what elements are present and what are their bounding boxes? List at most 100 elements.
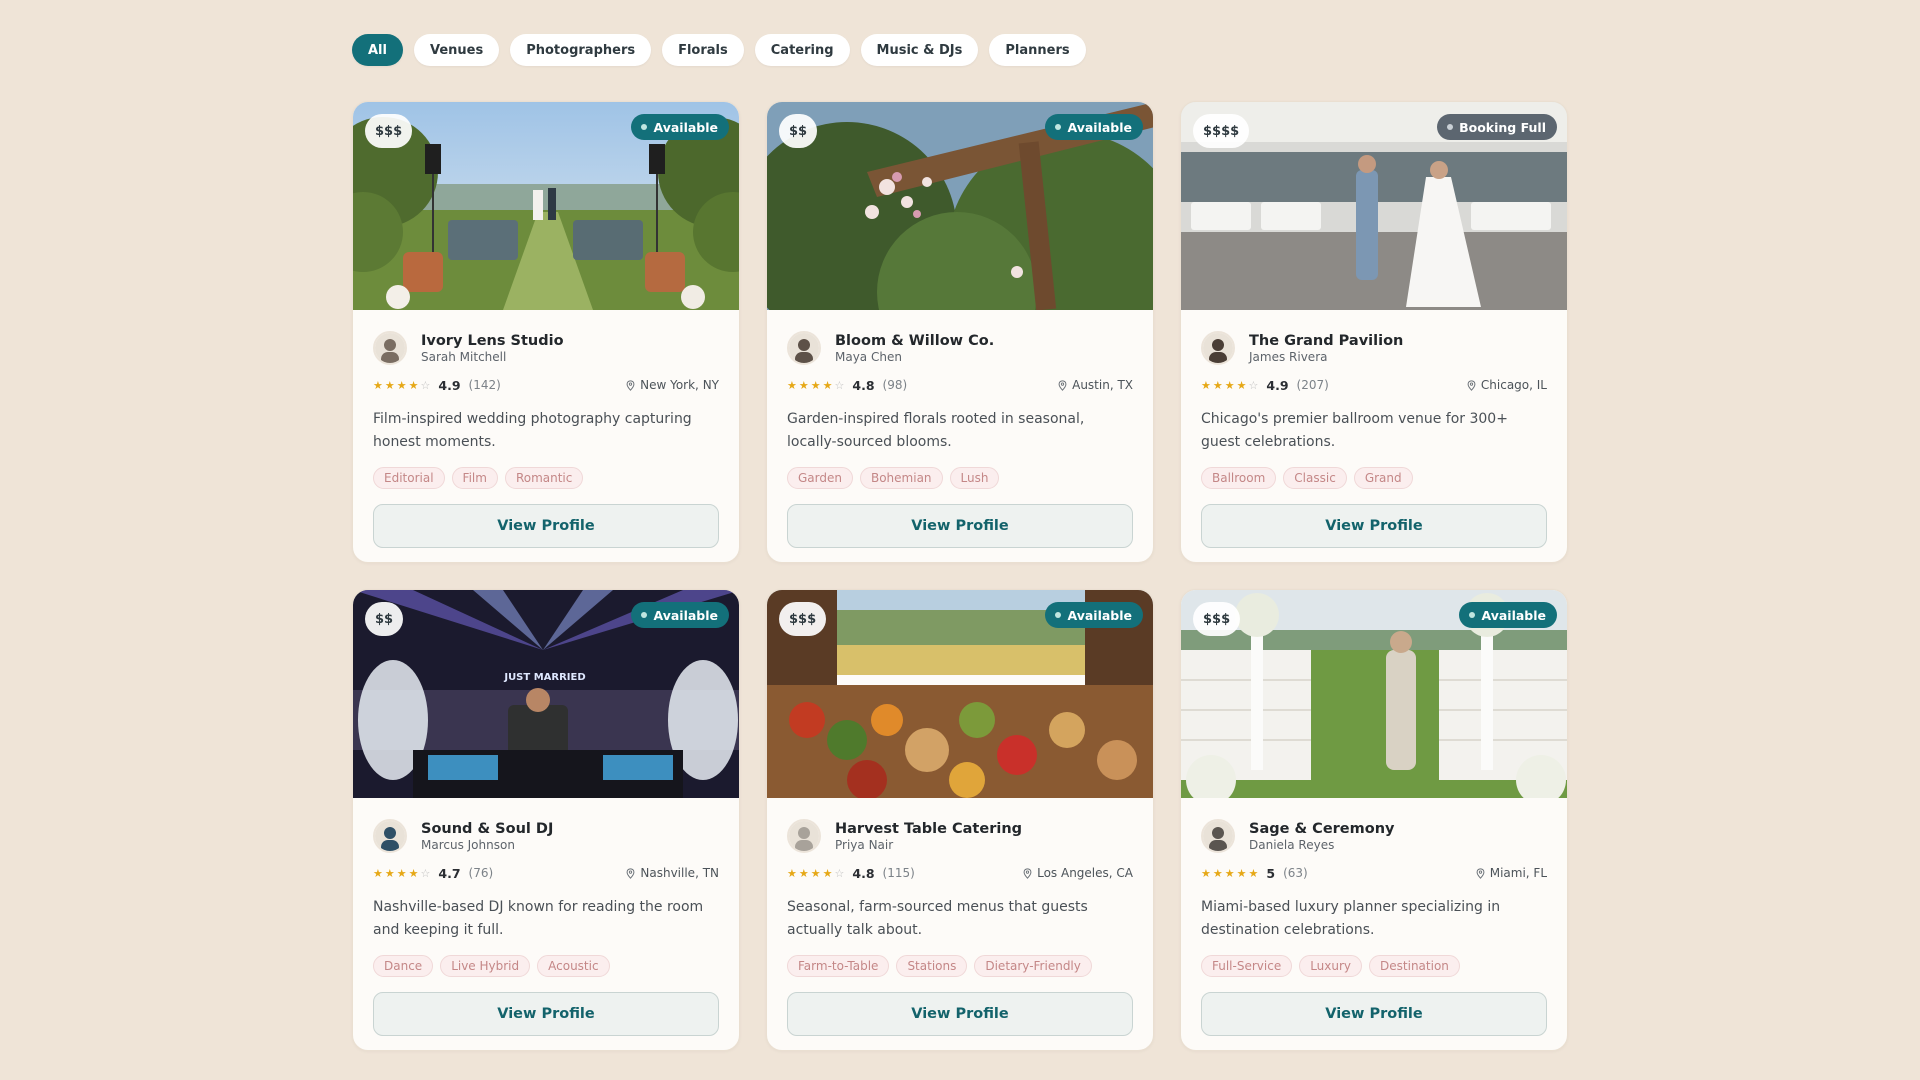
star-rating-icons: ★★★★☆ (1201, 379, 1260, 392)
avatar (787, 331, 821, 365)
filter-chip[interactable]: Catering (754, 34, 850, 66)
style-tag[interactable]: Grand (1353, 467, 1413, 489)
filter-chip[interactable]: Music & DJs (860, 34, 979, 66)
vendor-location: Los Angeles, CA (1023, 866, 1133, 880)
vendor-name[interactable]: The Grand Pavilion (1249, 332, 1403, 350)
vendor-card: JUST MARRIED $$ Available Sound & Soul D… (352, 589, 740, 1051)
view-profile-button[interactable]: View Profile (1201, 992, 1547, 1036)
vendor-owner: James Rivera (1249, 349, 1328, 364)
star-icon: ★ (798, 378, 811, 392)
view-profile-button[interactable]: View Profile (373, 992, 719, 1036)
filter-chip[interactable]: Venues (413, 34, 500, 66)
rating-value: 4.7 (438, 865, 461, 881)
star-icon: ★ (1201, 378, 1213, 392)
availability-badge: Available (631, 114, 729, 140)
star-icon: ★ (822, 378, 835, 392)
star-icon: ☆ (420, 378, 433, 392)
tag-list: Garden Bohemian Lush (787, 467, 1133, 489)
review-count: (142) (468, 378, 501, 392)
style-tag[interactable]: Dietary-Friendly (974, 955, 1092, 977)
view-profile-button[interactable]: View Profile (787, 504, 1133, 548)
style-tag[interactable]: Dance (373, 955, 434, 977)
vendor-owner: Priya Nair (835, 837, 894, 852)
filter-chip[interactable]: Florals (662, 34, 744, 66)
vendor-directory: All Venues Photographers Florals Caterin… (352, 34, 1568, 1051)
vendor-description: Nashville-based DJ known for reading the… (373, 899, 704, 938)
star-icon: ★ (787, 866, 799, 880)
rating-value: 4.8 (852, 865, 875, 881)
style-tag[interactable]: Ballroom (1201, 467, 1277, 489)
filter-chip[interactable]: Photographers (510, 34, 652, 66)
view-profile-button[interactable]: View Profile (787, 992, 1133, 1036)
availability-badge: Available (1045, 114, 1143, 140)
star-icon: ★ (408, 378, 421, 392)
vendor-description: Garden-inspired florals rooted in season… (787, 411, 1085, 450)
vendor-card-grid: $$$ Available Ivory Lens Studio Sarah Mi… (352, 101, 1568, 1051)
vendor-photo: $$$ Available (1181, 590, 1567, 798)
review-count: (207) (1296, 378, 1329, 392)
star-rating-icons: ★★★★☆ (373, 379, 432, 392)
star-icon: ☆ (834, 866, 847, 880)
star-icon: ★ (384, 378, 397, 392)
star-icon: ★ (373, 378, 385, 392)
style-tag[interactable]: Acoustic (537, 955, 610, 977)
vendor-card: $$$ Available Harvest Table Catering Pri… (766, 589, 1154, 1051)
vendor-location: Miami, FL (1476, 866, 1547, 880)
vendor-name[interactable]: Harvest Table Catering (835, 820, 1022, 838)
map-pin-icon (1467, 379, 1476, 391)
style-tag[interactable]: Classic (1283, 467, 1347, 489)
style-tag[interactable]: Luxury (1299, 955, 1363, 977)
style-tag[interactable]: Garden (787, 467, 853, 489)
availability-badge: Available (631, 602, 729, 628)
style-tag[interactable]: Film (451, 467, 498, 489)
vendor-name[interactable]: Ivory Lens Studio (421, 332, 564, 350)
vendor-description: Film-inspired wedding photography captur… (373, 411, 692, 450)
star-icon: ★ (810, 378, 823, 392)
style-tag[interactable]: Destination (1369, 955, 1460, 977)
style-tag[interactable]: Live Hybrid (440, 955, 531, 977)
price-level-badge: $$$ (365, 114, 413, 148)
vendor-photo: $$ Available (767, 102, 1153, 310)
location-text: Chicago, IL (1480, 378, 1547, 392)
location-text: New York, NY (640, 378, 719, 392)
review-count: (63) (1283, 866, 1308, 880)
style-tag[interactable]: Editorial (373, 467, 445, 489)
vendor-name[interactable]: Sound & Soul DJ (421, 820, 553, 838)
star-icon: ★ (396, 866, 409, 880)
star-icon: ★ (1236, 866, 1249, 880)
tag-list: Full-Service Luxury Destination (1201, 955, 1547, 977)
vendor-owner: Maya Chen (835, 349, 902, 364)
vendor-card: $$$ Available Sage & Ceremony Daniela Re… (1180, 589, 1568, 1051)
view-profile-button[interactable]: View Profile (373, 504, 719, 548)
location-text: Los Angeles, CA (1037, 866, 1133, 880)
vendor-owner: Sarah Mitchell (421, 349, 507, 364)
style-tag[interactable]: Lush (949, 467, 1000, 489)
price-level-badge: $$ (779, 114, 818, 148)
vendor-description: Chicago's premier ballroom venue for 300… (1201, 411, 1508, 450)
vendor-card: $$ Available Bloom & Willow Co. Maya Che… (766, 101, 1154, 563)
star-icon: ★ (373, 866, 385, 880)
vendor-name[interactable]: Sage & Ceremony (1249, 820, 1395, 838)
vendor-photo: JUST MARRIED $$ Available (353, 590, 739, 798)
star-icon: ★ (798, 866, 811, 880)
vendor-card: $$$ Available Ivory Lens Studio Sarah Mi… (352, 101, 740, 563)
rating-value: 4.8 (852, 377, 875, 393)
star-icon: ★ (822, 866, 835, 880)
vendor-name[interactable]: Bloom & Willow Co. (835, 332, 994, 350)
tag-list: Editorial Film Romantic (373, 467, 719, 489)
filter-chip[interactable]: All (352, 34, 403, 66)
filter-chip[interactable]: Planners (989, 34, 1086, 66)
style-tag[interactable]: Romantic (504, 467, 584, 489)
price-level-badge: $$$ (1193, 602, 1241, 636)
map-pin-icon (1023, 867, 1032, 879)
status-dot-icon (641, 124, 648, 130)
star-rating-icons: ★★★★☆ (787, 867, 846, 880)
status-dot-icon (1055, 612, 1062, 618)
location-text: Austin, TX (1072, 378, 1133, 392)
style-tag[interactable]: Bohemian (859, 467, 943, 489)
style-tag[interactable]: Stations (896, 955, 968, 977)
style-tag[interactable]: Full-Service (1201, 955, 1293, 977)
style-tag[interactable]: Farm-to-Table (787, 955, 890, 977)
map-pin-icon (626, 867, 635, 879)
view-profile-button[interactable]: View Profile (1201, 504, 1547, 548)
